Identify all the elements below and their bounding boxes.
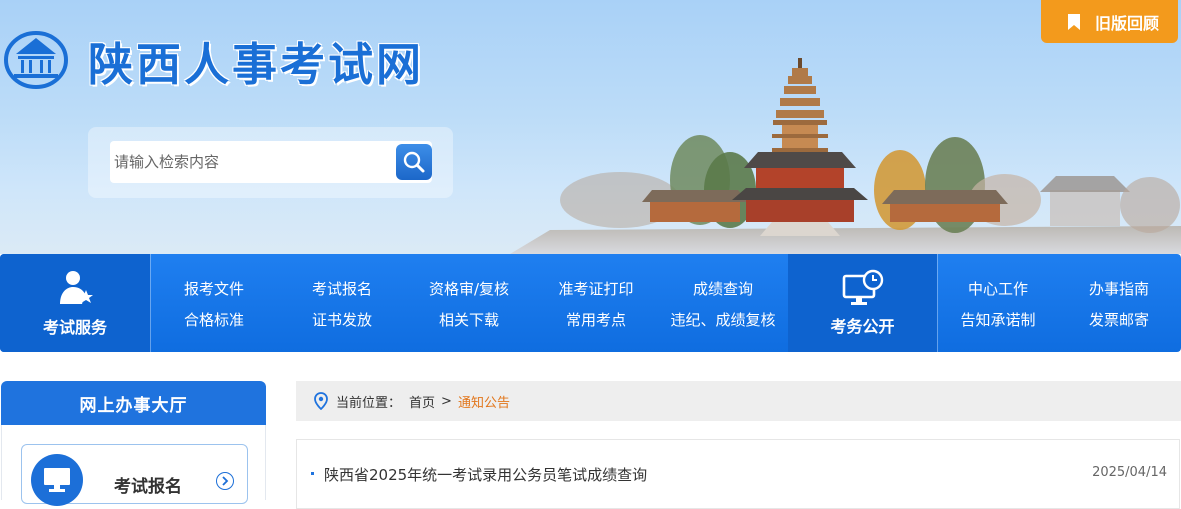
search-field-wrapper <box>110 141 432 183</box>
header-banner: 陕西人事考试网 请输入检索内容 旧版回顾 <box>0 0 1181 254</box>
nav-link-violation-review[interactable]: 违纪、成绩复核 <box>670 309 775 330</box>
breadcrumb-separator: > <box>441 393 452 409</box>
search-button[interactable] <box>396 144 432 180</box>
monitor-icon <box>44 468 70 492</box>
nav-link-test-sites[interactable]: 常用考点 <box>566 309 626 330</box>
nav-link-pass-standard[interactable]: 合格标准 <box>184 309 244 330</box>
nav-link-application-docs[interactable]: 报考文件 <box>184 278 244 299</box>
list-item-title[interactable]: 陕西省2025年统一考试录用公务员笔试成绩查询 <box>324 464 647 485</box>
nav-link-service-guide[interactable]: 办事指南 <box>1089 278 1149 299</box>
breadcrumb-home-link[interactable]: 首页 <box>409 392 435 411</box>
nav-link-certificate-issuance[interactable]: 证书发放 <box>312 309 372 330</box>
site-logo <box>4 31 68 89</box>
old-version-label: 旧版回顾 <box>1095 13 1160 33</box>
nav-link-score-query[interactable]: 成绩查询 <box>693 278 753 299</box>
list-item-date: 2025/04/14 <box>1092 465 1167 480</box>
sidebar-title-text: 网上办事大厅 <box>79 395 188 416</box>
breadcrumb-prefix: 当前位置： <box>336 395 402 411</box>
nav-link-admission-ticket[interactable]: 准考证打印 <box>558 278 633 299</box>
old-version-button[interactable]: 旧版回顾 <box>1041 0 1178 43</box>
main-nav: 考试服务 报考文件 考试报名 资格审/复核 准考证打印 成绩查询 合格标准 证书… <box>0 254 1181 352</box>
site-title: 陕西人事考试网 <box>88 38 425 91</box>
chevron-right-icon <box>216 472 234 490</box>
sidebar-card-exam-registration[interactable]: 考试报名 <box>21 444 248 506</box>
search-panel <box>88 127 453 198</box>
person-star-icon <box>60 271 93 304</box>
nav-link-commitment-system[interactable]: 告知承诺制 <box>960 309 1035 330</box>
sidebar-title: 网上办事大厅 <box>1 381 266 425</box>
sidebar-card-label: 考试报名 <box>114 477 182 497</box>
monitor-clock-icon <box>842 269 883 305</box>
nav-link-center-work[interactable]: 中心工作 <box>968 278 1028 299</box>
pagoda-scenery-image <box>510 40 1181 254</box>
nav-link-downloads[interactable]: 相关下载 <box>439 309 499 330</box>
bullet-dot <box>311 472 314 475</box>
card-icon-circle <box>31 454 83 506</box>
search-input[interactable] <box>114 146 386 178</box>
nav-exam-service-label: 考试服务 <box>42 318 107 337</box>
nav-link-qualification-review[interactable]: 资格审/复核 <box>429 278 509 299</box>
breadcrumb: 当前位置： 首页 > 通知公告 <box>296 381 1181 421</box>
nav-exam-affairs[interactable]: 考务公开 <box>788 254 937 352</box>
list-item[interactable]: 陕西省2025年统一考试录用公务员笔试成绩查询 2025/04/14 <box>311 464 1167 484</box>
search-icon <box>403 151 425 173</box>
bookmark-icon <box>1068 13 1080 30</box>
nav-link-exam-registration[interactable]: 考试报名 <box>312 278 372 299</box>
nav-divider <box>150 254 151 352</box>
location-pin-icon <box>314 392 328 410</box>
nav-divider <box>937 254 938 352</box>
nav-link-invoice-mailing[interactable]: 发票邮寄 <box>1089 309 1149 330</box>
nav-exam-service[interactable]: 考试服务 <box>0 254 150 352</box>
notice-list: 陕西省2025年统一考试录用公务员笔试成绩查询 2025/04/14 <box>296 439 1180 509</box>
breadcrumb-current: 通知公告 <box>457 395 510 411</box>
nav-exam-affairs-label: 考务公开 <box>830 317 895 336</box>
